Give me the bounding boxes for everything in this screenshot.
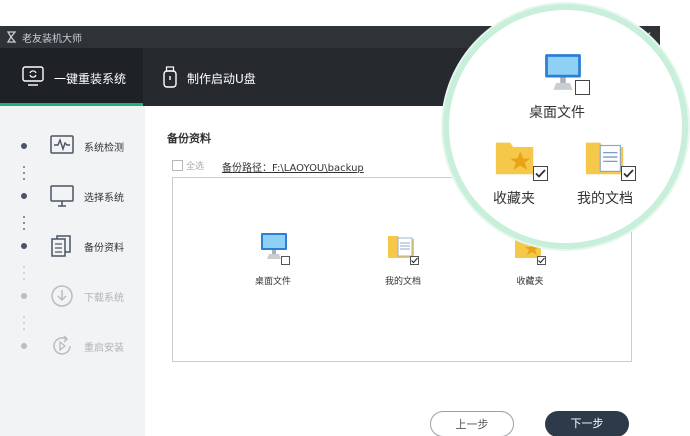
file-item-desktop[interactable]: 桌面文件 <box>228 228 318 298</box>
tab-label: 制作启动U盘 <box>187 72 256 86</box>
tab-make-boot-usb[interactable]: 制作启动U盘 <box>155 48 315 106</box>
usb-drive-icon <box>163 66 177 88</box>
check-icon <box>411 257 418 264</box>
app-title: 老友装机大师 <box>22 34 82 45</box>
step-connector-dot <box>23 278 25 280</box>
zoom-label: 桌面文件 <box>529 105 585 121</box>
zoom-label: 收藏夹 <box>493 191 535 207</box>
step-backup-data: 备份资料 <box>0 231 145 261</box>
step-connector-dot <box>23 166 25 168</box>
step-label: 选择系统 <box>84 193 124 204</box>
monitor-icon <box>50 185 74 207</box>
step-dot <box>21 193 27 199</box>
select-all-checkbox[interactable] <box>172 160 183 171</box>
step-restart-install: 重启安装 <box>0 331 145 361</box>
zoom-item-favorites: 收藏夹 <box>489 134 559 214</box>
step-connector-dot <box>23 172 25 174</box>
step-select-system: 选择系统 <box>0 181 145 211</box>
file-label: 我的文档 <box>384 277 421 287</box>
step-dot <box>21 243 27 249</box>
step-dot <box>21 293 27 299</box>
check-icon <box>538 257 545 264</box>
zoom-checkbox-unchecked <box>575 80 590 95</box>
step-connector-dot <box>23 222 25 224</box>
zoom-label: 我的文档 <box>577 191 633 207</box>
documents-icon <box>51 235 71 257</box>
step-connector-dot <box>23 272 25 274</box>
zoom-item-desktop: 桌面文件 <box>527 50 607 126</box>
step-label: 下载系统 <box>84 293 124 304</box>
download-circle-icon <box>51 285 73 307</box>
app-logo-icon <box>6 31 17 43</box>
refresh-monitor-icon <box>22 66 44 86</box>
file-label: 收藏夹 <box>516 277 544 287</box>
step-label: 备份资料 <box>84 243 124 254</box>
step-label: 重启安装 <box>84 343 124 354</box>
step-dot <box>21 343 27 349</box>
step-connector-dot <box>23 178 25 180</box>
step-dot <box>21 143 27 149</box>
step-connector-dot <box>23 322 25 324</box>
zoom-checkbox-checked <box>621 166 636 181</box>
file-checkbox-checked[interactable] <box>410 256 419 265</box>
step-connector-dot <box>23 316 25 318</box>
file-checkbox-unchecked[interactable] <box>281 256 290 265</box>
file-item-my-documents[interactable]: 我的文档 <box>358 228 448 298</box>
step-connector-dot <box>23 216 25 218</box>
step-system-check: 系统检测 <box>0 131 145 161</box>
previous-step-button[interactable]: 上一步 <box>430 411 514 436</box>
tab-label: 一键重装系统 <box>54 72 127 86</box>
zoom-checkbox-checked <box>533 166 548 181</box>
file-label: 桌面文件 <box>254 277 291 287</box>
check-icon <box>622 168 634 178</box>
step-connector-dot <box>23 266 25 268</box>
check-icon <box>534 168 546 178</box>
zoom-item-my-documents: 我的文档 <box>571 134 651 214</box>
tab-one-click-reinstall[interactable]: 一键重装系统 <box>0 48 143 106</box>
steps-sidebar: 系统检测 选择系统 备份资料 下载系统 重启安装 <box>0 106 145 436</box>
backup-path-link[interactable]: 备份路径：F:\LAOYOU\backup <box>222 159 364 174</box>
file-checkbox-checked[interactable] <box>537 256 546 265</box>
step-connector-dot <box>23 228 25 230</box>
pulse-monitor-icon <box>50 135 74 154</box>
select-all-label: 全选 <box>186 162 205 172</box>
section-title: 备份资料 <box>167 132 211 145</box>
step-connector-dot <box>23 328 25 330</box>
next-step-button[interactable]: 下一步 <box>545 411 629 436</box>
restart-icon <box>53 335 71 355</box>
step-label: 系统检测 <box>84 143 124 154</box>
step-download-system: 下载系统 <box>0 281 145 311</box>
zoom-callout: 桌面文件 收藏夹 我的文档 <box>443 4 688 249</box>
